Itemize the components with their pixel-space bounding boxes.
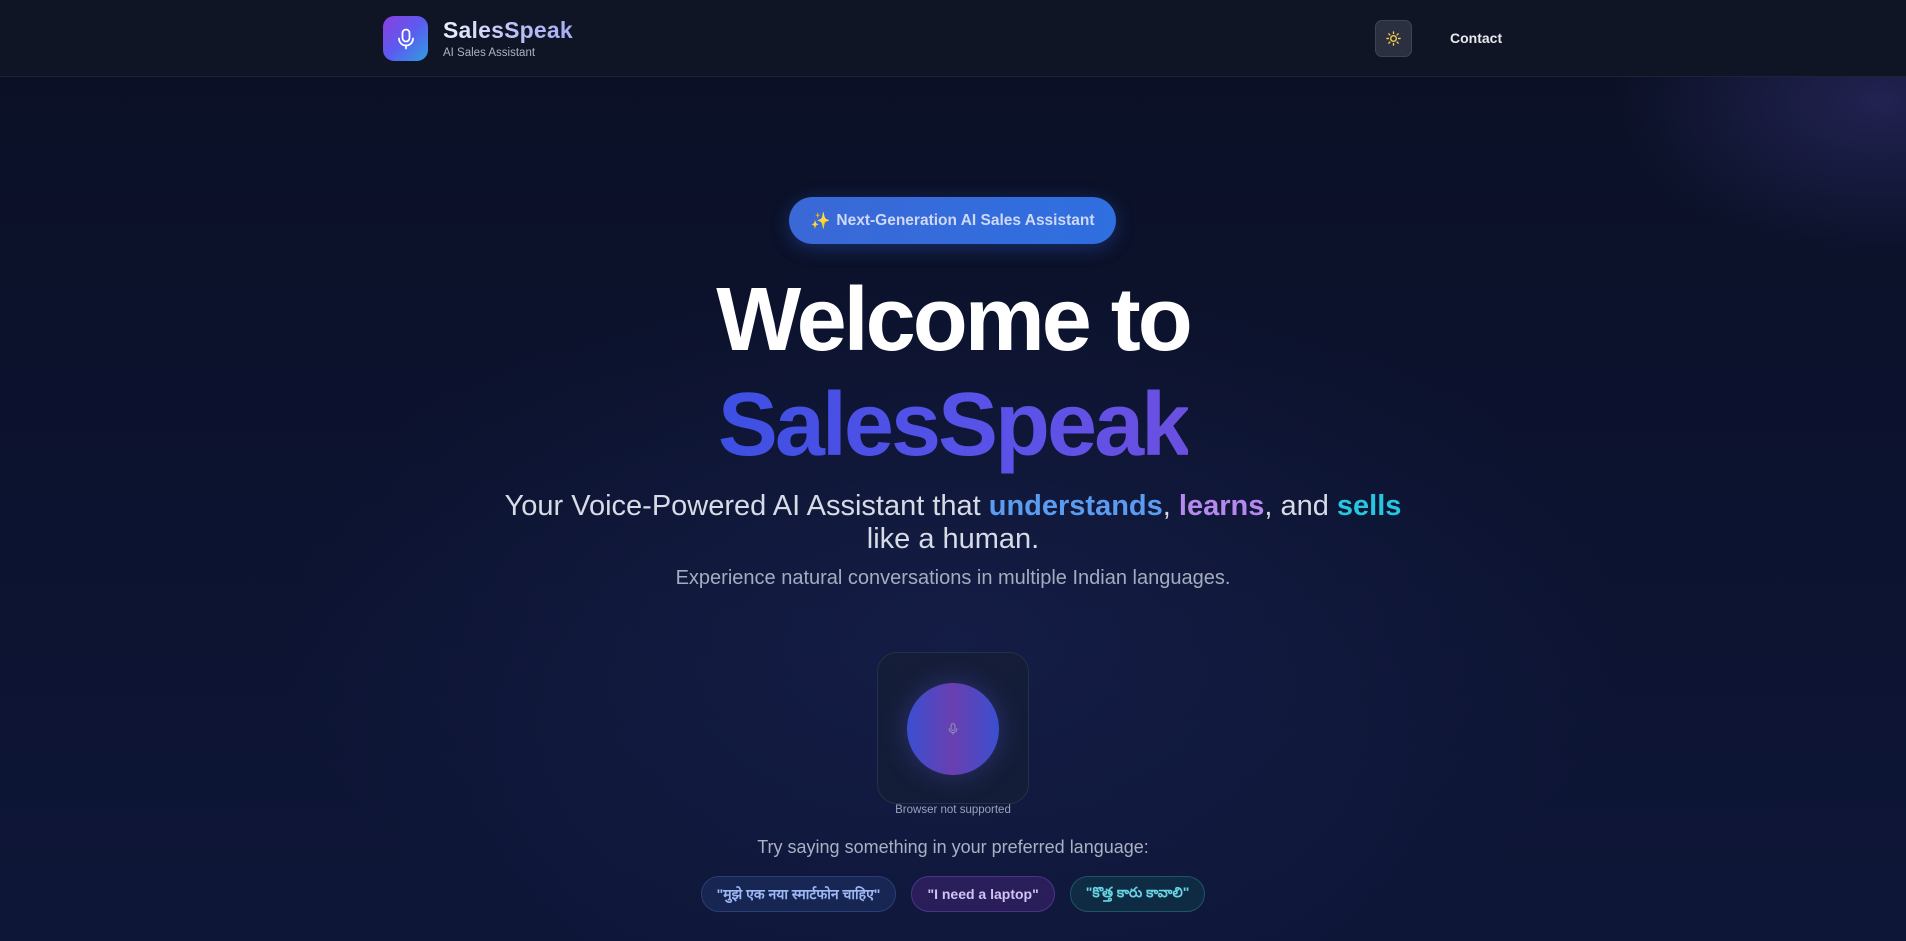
page: SalesSpeak AI Sales Assistant Contact ✨ … [0,0,1906,941]
theme-toggle-button[interactable] [1375,20,1412,57]
contact-link[interactable]: Contact [1450,30,1502,46]
hero-subtitle: Experience natural conversations in mult… [675,567,1231,589]
microphone-icon [397,28,414,49]
top-navbar: SalesSpeak AI Sales Assistant Contact [0,0,1906,77]
brand-subtitle: AI Sales Assistant [443,47,536,59]
hero-tagline: Your Voice-Powered AI Assistant that und… [480,490,1426,556]
hero-brand-name: SalesSpeak [717,375,1191,475]
hero-title-line2: SalesSpeak [0,373,1906,477]
mic-status-text: Browser not supported [895,804,1011,816]
hero-title-line1: Welcome to [716,270,1192,370]
sun-icon [1386,31,1401,46]
sparkles-icon: ✨ [810,212,831,230]
brand-name[interactable]: SalesSpeak [443,17,573,44]
microphone-icon [948,723,958,735]
tagline-word-learns: learns [1178,490,1265,522]
hero-badge-label: Next-Generation AI Sales Assistant [836,211,1095,229]
tagline-suffix: like a human. [866,523,1040,555]
example-chip-telugu[interactable]: "కొత్త కారు కావాలి" [1069,876,1206,912]
try-prompt: Try saying something in your preferred l… [757,837,1149,857]
example-chip-hindi[interactable]: "मुझे एक नया स्मार्टफोन चाहिए" [700,876,897,912]
example-chip-english[interactable]: "I need a laptop" [911,876,1055,912]
tagline-prefix: Your Voice-Powered AI Assistant that [504,490,989,522]
logo[interactable] [383,16,428,61]
tagline-word-understands: understands [988,490,1163,522]
hero-badge: ✨ Next-Generation AI Sales Assistant [789,197,1116,244]
microphone-button[interactable] [907,683,999,775]
tagline-word-sells: sells [1336,490,1402,522]
example-phrases: "मुझे एक नया स्मार्टफोन चाहिए" "I need a… [0,876,1906,912]
tagline-separator: , and [1264,490,1337,522]
tagline-separator: , [1162,490,1179,522]
